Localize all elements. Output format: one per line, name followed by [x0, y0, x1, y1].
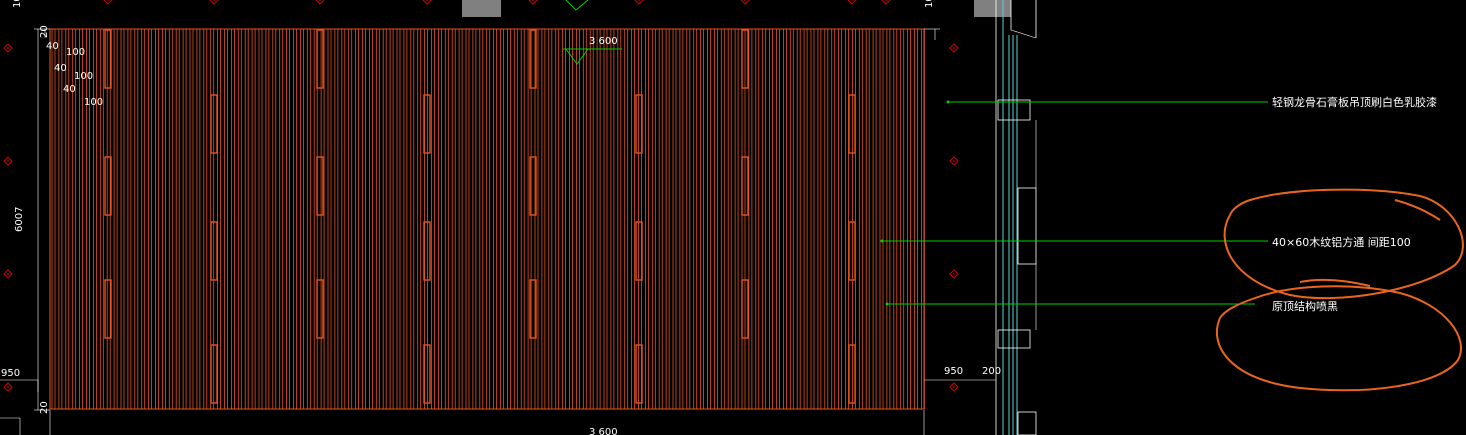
background [0, 0, 1466, 435]
note-slat-spec: 40×60木纹铝方通 间距100 [1272, 235, 1411, 249]
gray-column-block-right [974, 0, 1011, 17]
dim-right-950: 950 [944, 366, 963, 377]
dim-spacing-40-b: 40 [54, 63, 67, 74]
dim-top-width: 3 600 [589, 36, 618, 47]
dim-top-20: 20 [39, 25, 50, 38]
dim-spacing-100-a: 100 [66, 47, 85, 58]
cad-drawing-canvas: 3 600 3 600 6007 950 950 200 100 40 40 1… [0, 0, 1466, 435]
dim-edge-10-left: 10 [12, 0, 23, 8]
dim-spacing-100-b: 100 [74, 71, 93, 82]
dim-right-200: 200 [982, 366, 1001, 377]
dim-spacing-40-a: 40 [46, 41, 59, 52]
dim-bottom-width: 3 600 [589, 427, 618, 435]
dim-left-950: 950 [1, 368, 20, 379]
dim-spacing-40-c: 40 [63, 84, 76, 95]
dim-left-height: 6007 [14, 207, 25, 232]
note-ceiling-finish: 轻钢龙骨石膏板吊顶刷白色乳胶漆 [1272, 95, 1437, 109]
dim-bottom-20: 20 [39, 401, 50, 414]
dim-edge-10-right: 10 [924, 0, 935, 8]
dim-spacing-100-c: 100 [84, 97, 103, 108]
note-structure-paint: 原顶结构喷黑 [1272, 299, 1338, 313]
gray-column-block-left [462, 0, 501, 17]
